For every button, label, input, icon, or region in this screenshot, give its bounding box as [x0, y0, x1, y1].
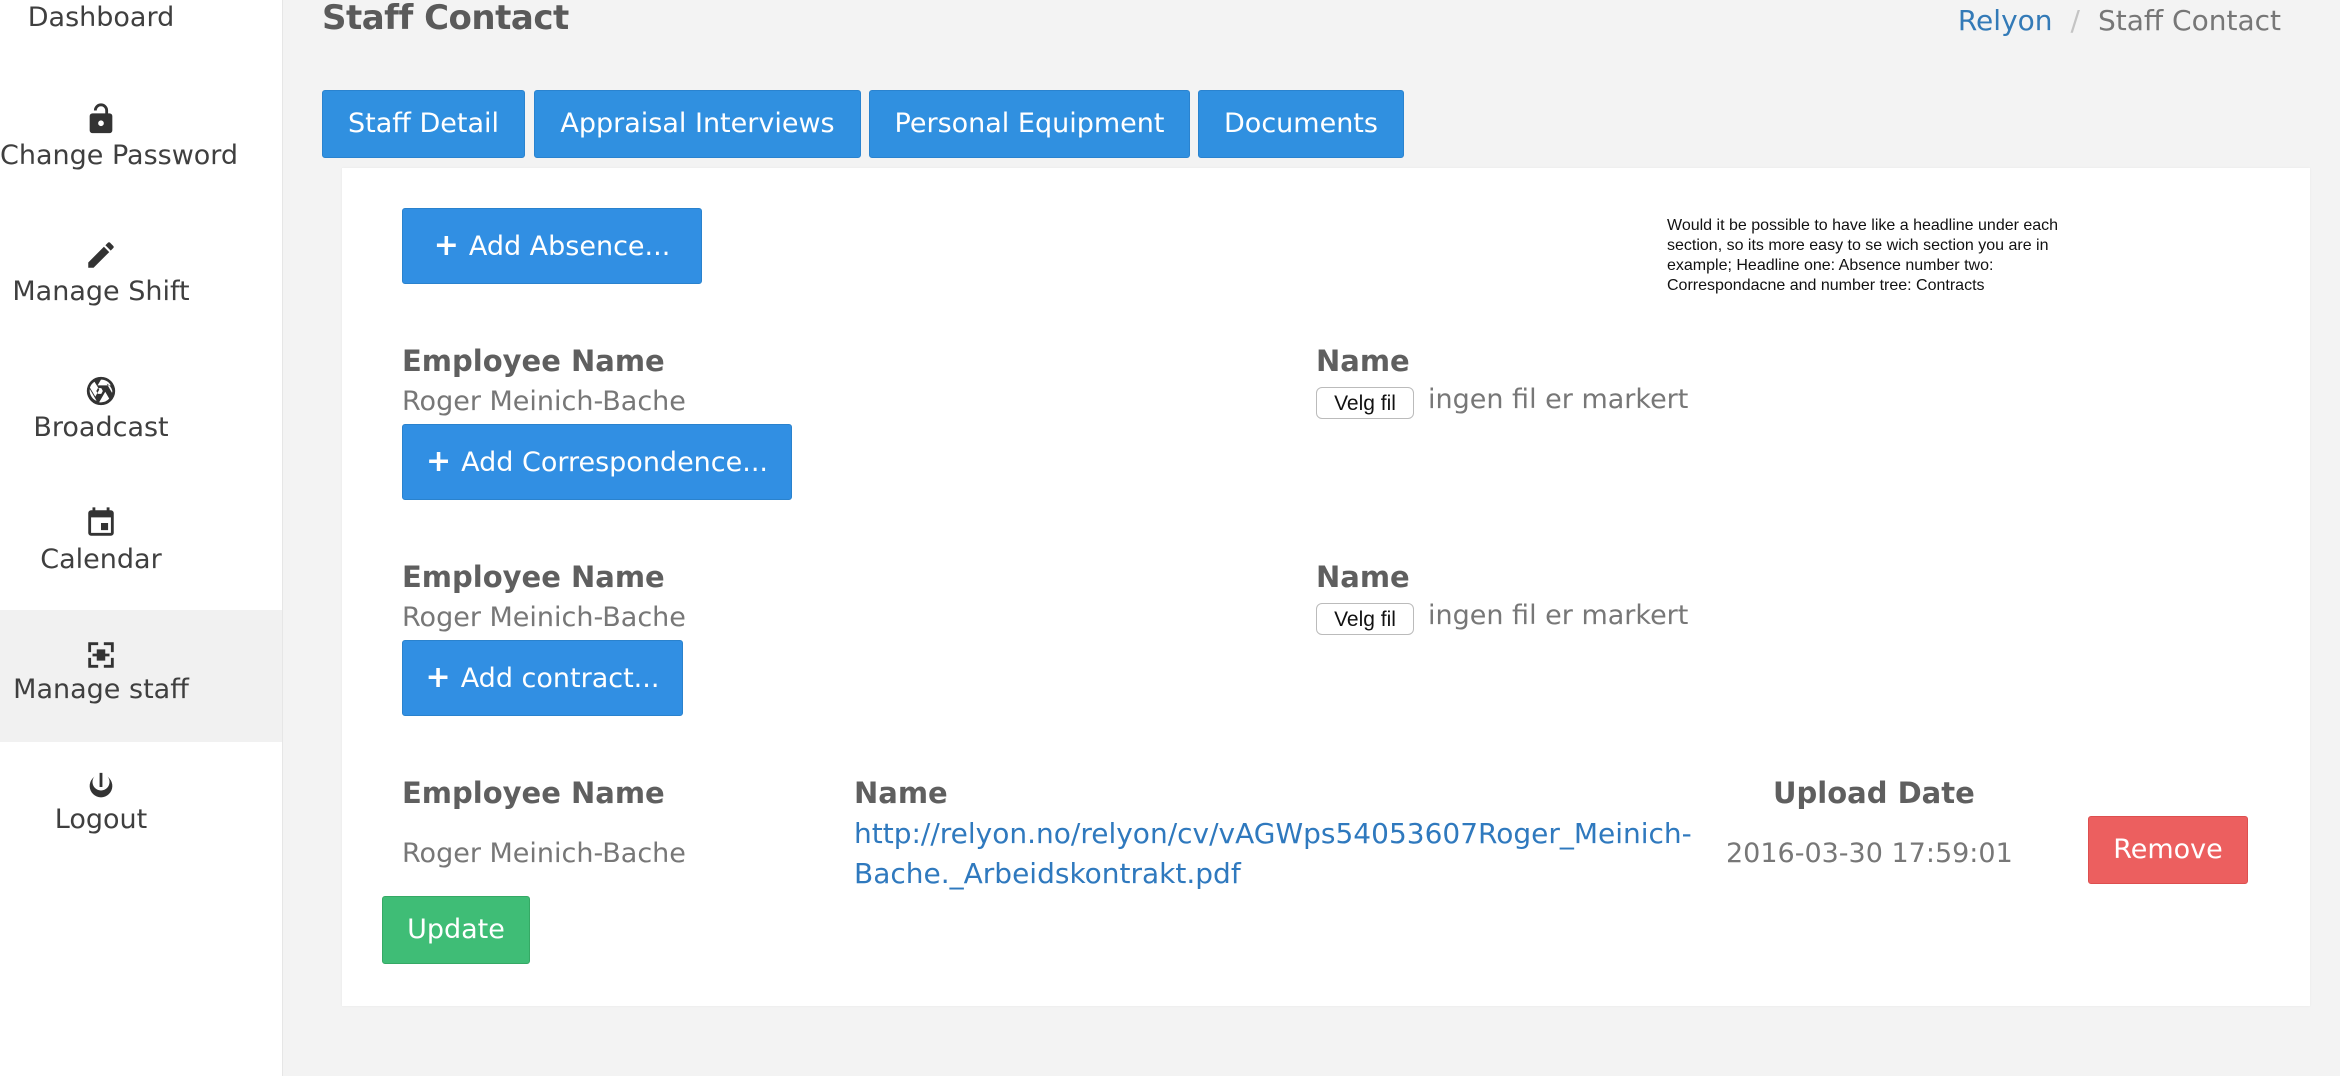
absence-employee-name-value: Roger Meinich-Bache	[402, 386, 686, 417]
contract-name-label: Name	[854, 776, 948, 810]
calendar-icon	[0, 506, 202, 547]
tab-documents[interactable]: Documents	[1198, 90, 1404, 158]
sidebar-item-logout[interactable]: Logout	[0, 758, 282, 890]
add-correspondence-button[interactable]: + Add Correspondence...	[402, 424, 792, 500]
add-absence-label: Add Absence...	[468, 231, 671, 262]
add-contract-button[interactable]: + Add contract...	[402, 640, 683, 716]
reviewer-note: Would it be possible to have like a head…	[1667, 217, 2059, 294]
add-absence-button[interactable]: + Add Absence...	[402, 208, 702, 284]
sidebar-item-manage-shift[interactable]: Manage Shift	[0, 226, 282, 358]
contract-upload-date-value: 2016-03-30 17:59:01	[1726, 838, 2013, 869]
plus-icon: +	[425, 660, 451, 695]
sidebar-item-label: Broadcast	[33, 412, 169, 443]
sidebar-item-label: Logout	[54, 804, 148, 835]
tab-staff-detail[interactable]: Staff Detail	[322, 90, 525, 158]
contract-file-link-line1: http://relyon.no/relyon/cv/vAGWps5405360…	[854, 817, 1692, 850]
unlock-icon	[0, 102, 202, 143]
absence-name-label: Name	[1316, 344, 1410, 378]
correspondence-choose-file-button[interactable]: Velg fil	[1316, 603, 1414, 635]
plus-icon: +	[425, 444, 452, 479]
aperture-icon	[0, 374, 202, 415]
staff-icon	[0, 638, 202, 679]
sidebar: Dashboard Change Password Manage Shift B…	[0, 0, 283, 1076]
pencil-icon	[0, 238, 202, 279]
breadcrumb-home-link[interactable]: Relyon	[1958, 4, 2053, 37]
correspondence-file-status: ingen fil er markert	[1428, 600, 1689, 631]
contract-employee-name-label: Employee Name	[402, 776, 665, 810]
remove-button[interactable]: Remove	[2088, 816, 2248, 884]
tab-appraisal-interviews[interactable]: Appraisal Interviews	[534, 90, 861, 158]
add-correspondence-label: Add Correspondence...	[461, 447, 768, 478]
page-title: Staff Contact	[322, 0, 569, 38]
breadcrumb-current: Staff Contact	[2097, 4, 2281, 37]
contract-upload-date-label: Upload Date	[1773, 776, 1975, 810]
absence-choose-file-button[interactable]: Velg fil	[1316, 387, 1414, 419]
absence-employee-name-label: Employee Name	[402, 344, 665, 378]
sidebar-item-label: Change Password	[0, 140, 239, 171]
contract-employee-value: Roger Meinich-Bache	[402, 838, 686, 869]
sidebar-item-label: Manage staff	[13, 674, 189, 705]
plus-icon: +	[433, 228, 459, 263]
correspondence-employee-name-value: Roger Meinich-Bache	[402, 602, 686, 633]
sidebar-item-label: Calendar	[40, 544, 162, 575]
contract-file-link-line2: Bache._Arbeidskontrakt.pdf	[854, 857, 1241, 890]
add-contract-label: Add contract...	[460, 663, 660, 694]
breadcrumb: Relyon / Staff Contact	[1958, 4, 2281, 37]
correspondence-employee-name-label: Employee Name	[402, 560, 665, 594]
sidebar-item-change-password[interactable]: Change Password	[0, 90, 282, 222]
update-button[interactable]: Update	[382, 896, 530, 964]
correspondence-name-label: Name	[1316, 560, 1410, 594]
sidebar-item-broadcast[interactable]: Broadcast	[0, 362, 282, 494]
breadcrumb-separator: /	[2070, 4, 2080, 37]
contract-file-link[interactable]: http://relyon.no/relyon/cv/vAGWps5405360…	[854, 814, 1692, 894]
sidebar-item-label: Manage Shift	[12, 276, 190, 307]
sidebar-item-label: Dashboard	[27, 2, 175, 33]
absence-file-status: ingen fil er markert	[1428, 384, 1689, 415]
tab-personal-equipment[interactable]: Personal Equipment	[869, 90, 1190, 158]
sidebar-item-calendar[interactable]: Calendar	[0, 494, 282, 626]
sidebar-item-manage-staff[interactable]: Manage staff	[0, 610, 282, 742]
